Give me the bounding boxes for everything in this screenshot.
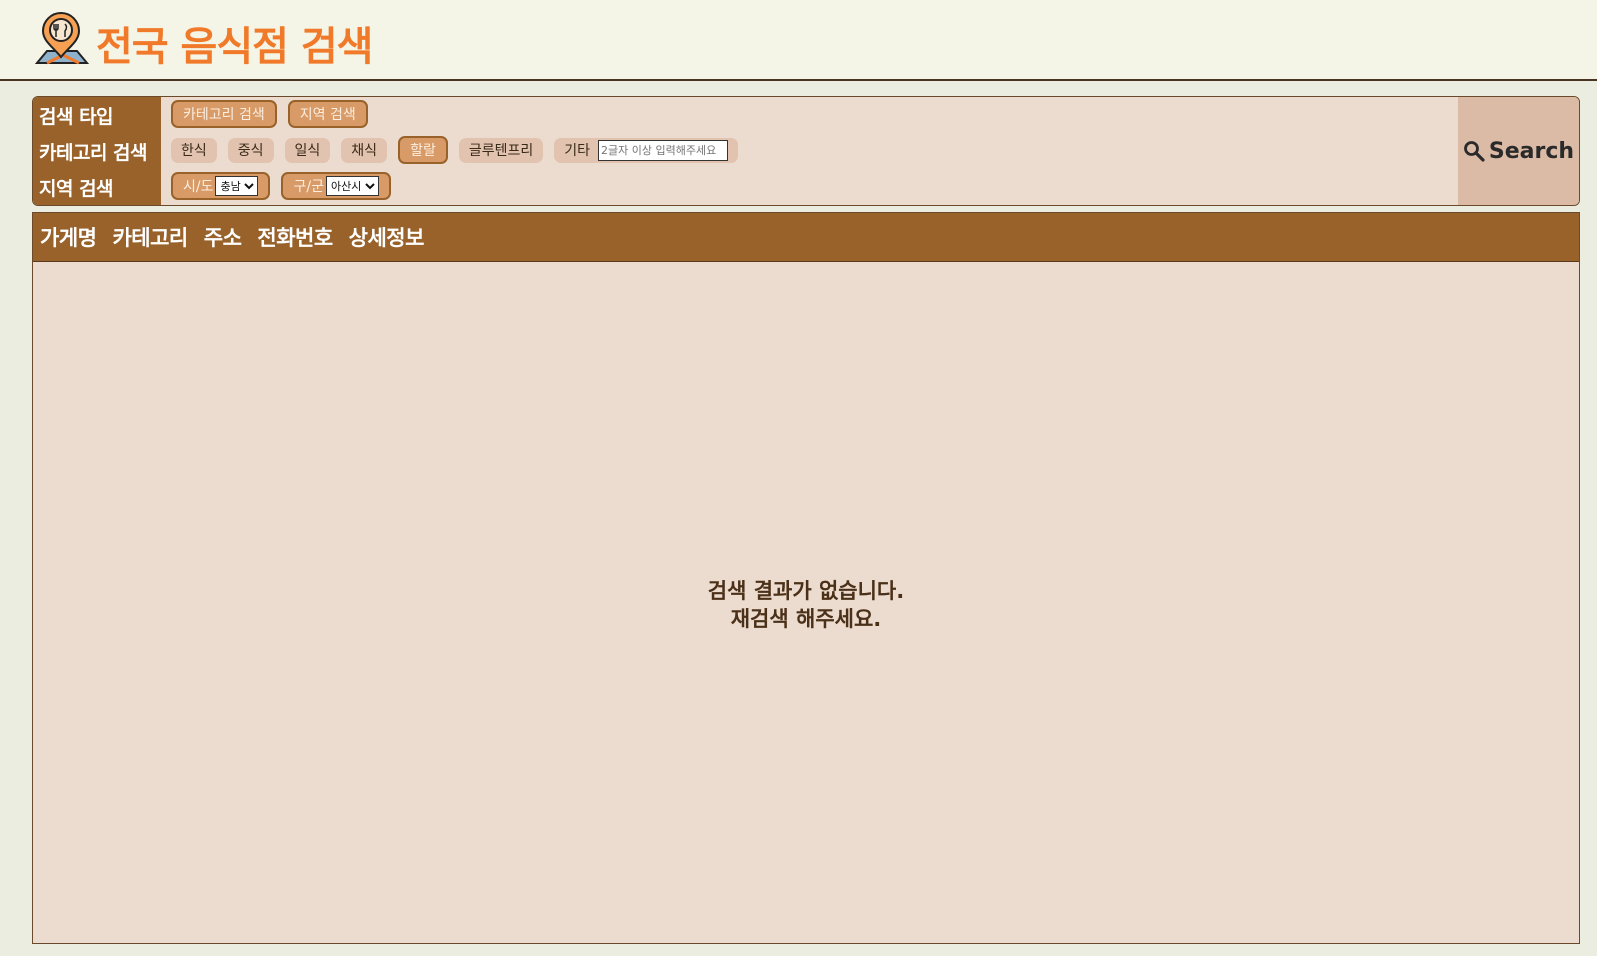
search-button-label: Search [1488, 138, 1575, 164]
app-header: 전국 음식점 검색 [0, 0, 1597, 81]
category-other-label: 기타 [564, 143, 590, 159]
search-icon [1464, 141, 1485, 162]
gugun-selector: 구/군 아산시 [281, 172, 391, 200]
category-japanese[interactable]: 일식 [284, 137, 331, 163]
category-korean[interactable]: 한식 [171, 137, 217, 163]
results-table: 가게명 카테고리 주소 전화번호 상세정보 검색 결과가 없습니다. 재검색 해… [32, 212, 1580, 944]
category-other-input[interactable] [598, 139, 728, 161]
category-halal[interactable]: 할랄 [398, 136, 448, 164]
gugun-select[interactable]: 아산시 [325, 176, 379, 196]
search-button[interactable]: Search [1458, 97, 1579, 205]
column-address: 주소 [203, 226, 242, 250]
empty-message-line2: 재검색 해주세요. [730, 607, 882, 631]
gugun-label: 구/군 [293, 179, 324, 195]
sido-select[interactable]: 충남 [215, 176, 259, 196]
type-option-region[interactable]: 지역 검색 [287, 100, 368, 128]
sido-label: 시/도 [183, 179, 214, 195]
region-search-label: 지역 검색 [39, 178, 114, 200]
results-header-row: 가게명 카테고리 주소 전화번호 상세정보 [33, 213, 1579, 262]
search-label-column: 검색 타입 카테고리 검색 지역 검색 [33, 97, 161, 205]
empty-results-message: 검색 결과가 없습니다. 재검색 해주세요. [33, 577, 1579, 633]
category-row: 한식 중식 일식 채식 할랄 글루텐프리 기타 [171, 135, 749, 165]
category-gluten-free[interactable]: 글루텐프리 [458, 137, 544, 163]
search-panel: 검색 타입 카테고리 검색 지역 검색 카테고리 검색 지역 검색 한식 중식 … [32, 96, 1580, 206]
empty-message-line1: 검색 결과가 없습니다. [707, 579, 905, 603]
category-other: 기타 [554, 137, 738, 163]
type-option-category[interactable]: 카테고리 검색 [171, 100, 277, 128]
search-type-label: 검색 타입 [39, 106, 114, 128]
category-chinese[interactable]: 중식 [227, 137, 274, 163]
map-pin-food-icon [34, 12, 89, 65]
column-store-name: 가게명 [40, 226, 97, 250]
column-details: 상세정보 [348, 226, 425, 250]
column-phone: 전화번호 [257, 226, 333, 250]
category-search-label: 카테고리 검색 [39, 142, 148, 164]
category-vegetarian[interactable]: 채식 [341, 137, 388, 163]
site-title: 전국 음식점 검색 [96, 24, 373, 70]
region-row: 시/도 충남 구/군 아산시 [171, 171, 402, 201]
column-category: 카테고리 [112, 226, 188, 250]
search-type-row: 카테고리 검색 지역 검색 [171, 99, 379, 129]
sido-selector: 시/도 충남 [171, 172, 271, 200]
